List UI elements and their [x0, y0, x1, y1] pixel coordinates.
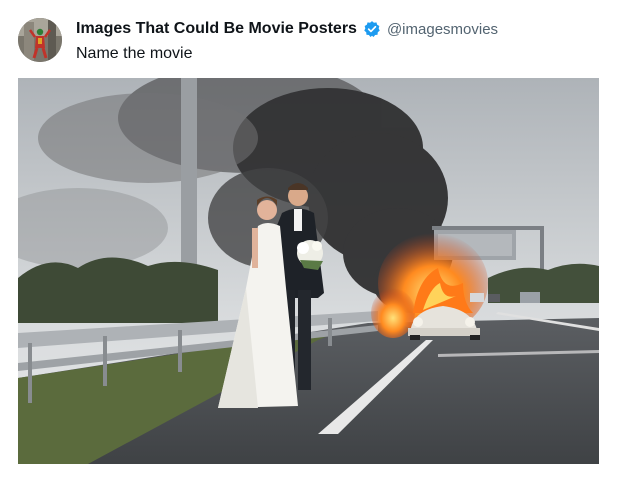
distant-car	[470, 293, 484, 302]
joker-avatar-icon	[18, 18, 62, 62]
verified-badge-icon[interactable]	[363, 20, 381, 38]
author-display-name[interactable]: Images That Could Be Movie Posters	[76, 20, 357, 38]
wedding-burning-car-photo	[18, 78, 599, 464]
distant-car	[520, 292, 540, 303]
author-handle[interactable]: @imagesmovies	[387, 21, 498, 38]
post-header: Images That Could Be Movie Posters @imag…	[76, 20, 608, 38]
author-avatar[interactable]	[18, 18, 62, 62]
post-text: Name the movie	[76, 45, 193, 62]
post-photo[interactable]	[18, 78, 599, 464]
distant-car	[488, 294, 500, 302]
